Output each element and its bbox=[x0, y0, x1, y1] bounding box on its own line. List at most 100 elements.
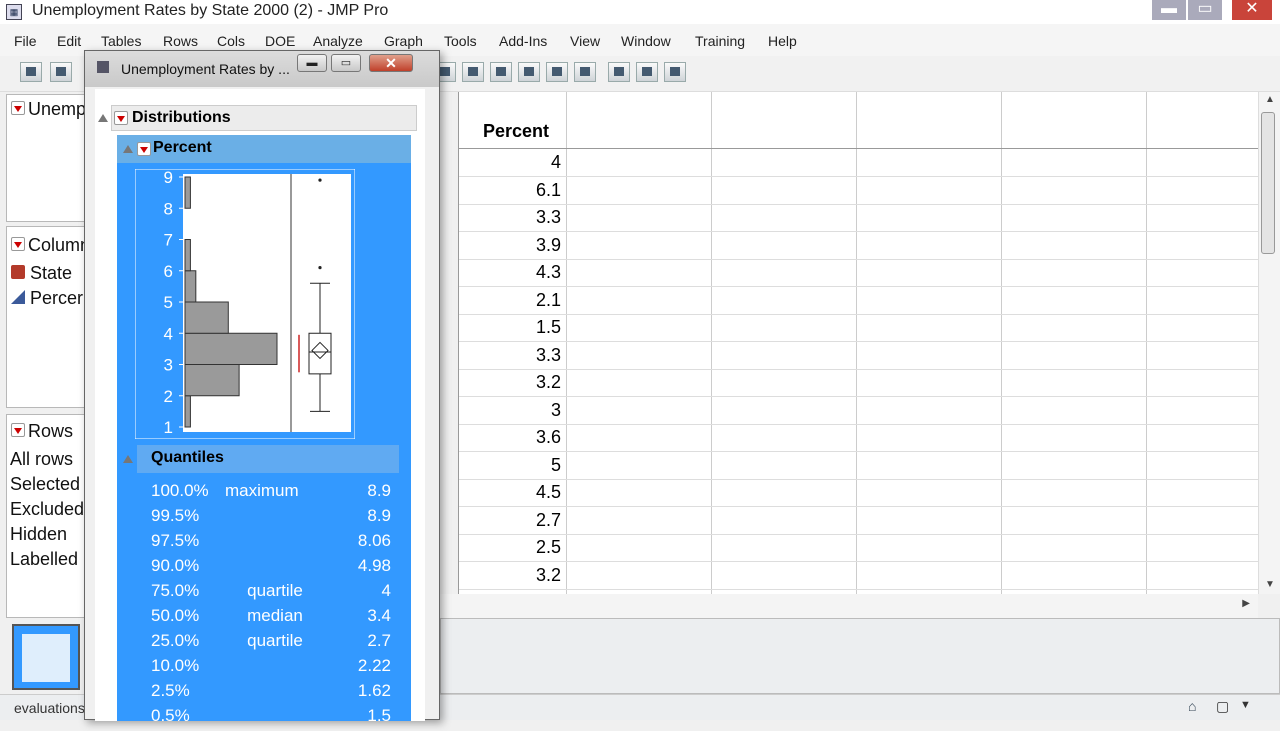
quantiles-outline-header[interactable]: Quantiles bbox=[123, 445, 399, 473]
chevron-down-icon[interactable]: ▼ bbox=[1240, 699, 1251, 711]
histogram-boxplot-chart[interactable]: 1 2 3 4 5 6 7 8 9 bbox=[135, 169, 355, 439]
report-close-button[interactable]: ✕ bbox=[369, 54, 413, 72]
menu-window[interactable]: Window bbox=[621, 33, 671, 49]
sort-icon[interactable] bbox=[518, 62, 540, 82]
row-state-all[interactable]: All rows bbox=[10, 449, 73, 470]
quantile-value: 8.9 bbox=[367, 481, 391, 500]
grid-cell[interactable]: 2.1 bbox=[459, 287, 561, 314]
continuous-icon bbox=[11, 290, 25, 305]
quantile-value: 1.62 bbox=[357, 681, 391, 700]
grid-cell[interactable]: 3.2 bbox=[459, 562, 561, 589]
menu-training[interactable]: Training bbox=[695, 33, 745, 49]
home-icon[interactable]: ⌂ bbox=[1188, 698, 1196, 714]
y-tick-label: 6 bbox=[164, 262, 173, 281]
grid-cell[interactable]: 5 bbox=[459, 452, 561, 479]
quantile-row: 100.0% maximum 8.9 bbox=[151, 481, 391, 506]
red-triangle-icon[interactable] bbox=[11, 423, 25, 438]
grid-cell[interactable]: 4.5 bbox=[459, 479, 561, 506]
menu-rows[interactable]: Rows bbox=[163, 33, 198, 49]
menu-analyze[interactable]: Analyze bbox=[313, 33, 363, 49]
scroll-up-icon[interactable]: ▲ bbox=[1265, 94, 1275, 105]
scroll-down-icon[interactable]: ▼ bbox=[1265, 579, 1275, 590]
quantile-row: 10.0% 2.22 bbox=[151, 656, 391, 681]
open-file-icon[interactable] bbox=[50, 62, 72, 82]
quantile-percent: 100.0% bbox=[151, 481, 209, 500]
table-view-icon[interactable] bbox=[608, 62, 630, 82]
rows-panel-header[interactable]: Rows bbox=[11, 421, 73, 442]
split-icon[interactable] bbox=[462, 62, 484, 82]
menu-edit[interactable]: Edit bbox=[57, 33, 81, 49]
menu-view[interactable]: View bbox=[570, 33, 600, 49]
grid-cell[interactable]: 2.7 bbox=[459, 507, 561, 534]
columns-panel: Column State Percer bbox=[6, 226, 90, 408]
grid-cell[interactable]: 3 bbox=[459, 397, 561, 424]
grid-cell[interactable]: 4 bbox=[459, 149, 561, 176]
row-state-hidden[interactable]: Hidden bbox=[10, 524, 67, 545]
y-tick-label: 3 bbox=[164, 356, 173, 375]
distributions-outline[interactable]: Distributions bbox=[98, 105, 417, 131]
percent-outline-header[interactable]: Percent bbox=[117, 135, 411, 163]
transpose-icon[interactable] bbox=[574, 62, 596, 82]
table-panel-header[interactable]: Unemp bbox=[11, 99, 86, 120]
maximize-button[interactable]: ▭ bbox=[1188, 0, 1222, 20]
grid-cell[interactable]: 3.6 bbox=[459, 424, 561, 451]
menu-graph[interactable]: Graph bbox=[384, 33, 423, 49]
close-button[interactable]: ✕ bbox=[1232, 0, 1272, 20]
histogram-bar bbox=[184, 301, 229, 334]
column-item-state[interactable]: State bbox=[11, 263, 72, 284]
quantile-value: 1.5 bbox=[367, 706, 391, 725]
quantile-value: 2.22 bbox=[357, 656, 391, 675]
report-maximize-button[interactable]: ▭ bbox=[331, 54, 361, 72]
data-grid[interactable]: Percent 4 6.1 3.3 3.9 4.3 2.1 1.5 3.3 3.2 3 3.6 5 4.… bbox=[458, 92, 1258, 594]
menu-cols[interactable]: Cols bbox=[217, 33, 245, 49]
grid-cell[interactable]: 4.3 bbox=[459, 259, 561, 286]
y-tick-label: 1 bbox=[164, 418, 173, 437]
grid-row-line bbox=[459, 203, 1258, 205]
horizontal-scrollbar[interactable]: ▶ bbox=[440, 594, 1258, 618]
box bbox=[308, 332, 332, 375]
rows-title: Rows bbox=[28, 421, 74, 441]
grid-cell[interactable]: 1.5 bbox=[459, 314, 561, 341]
red-triangle-icon[interactable] bbox=[137, 142, 151, 156]
menu-doe[interactable]: DOE bbox=[265, 33, 295, 49]
red-triangle-icon[interactable] bbox=[11, 237, 25, 252]
scroll-right-icon[interactable]: ▶ bbox=[1242, 598, 1250, 609]
columns-panel-header[interactable]: Column bbox=[11, 235, 90, 256]
grid-cell[interactable]: 3.2 bbox=[459, 369, 561, 396]
data-grid-icon[interactable] bbox=[636, 62, 658, 82]
menu-file[interactable]: File bbox=[14, 33, 37, 49]
grid-cell[interactable]: 3.9 bbox=[459, 232, 561, 259]
menu-tables[interactable]: Tables bbox=[101, 33, 141, 49]
report-thumbnail[interactable] bbox=[12, 624, 80, 690]
report-title-bar[interactable]: Unemployment Rates by ... ▬ ▭ ✕ bbox=[85, 51, 439, 87]
grid-cell[interactable]: 2.5 bbox=[459, 534, 561, 561]
disclosure-icon[interactable] bbox=[123, 455, 133, 463]
red-triangle-icon[interactable] bbox=[11, 101, 25, 116]
report-minimize-button[interactable]: ▬ bbox=[297, 54, 327, 72]
row-state-labelled[interactable]: Labelled bbox=[10, 549, 78, 570]
grid-cell[interactable]: 3.3 bbox=[459, 342, 561, 369]
quantile-value: 4 bbox=[381, 581, 391, 600]
menu-add-ins[interactable]: Add-Ins bbox=[499, 33, 547, 49]
minimize-button[interactable]: ▬ bbox=[1152, 0, 1186, 20]
column-header-percent[interactable]: Percent bbox=[459, 92, 567, 148]
column-item-percent[interactable]: Percer bbox=[11, 288, 83, 309]
grid-cell[interactable]: 6.1 bbox=[459, 177, 561, 204]
vertical-scroll-thumb[interactable] bbox=[1261, 112, 1275, 254]
percent-outline-selected[interactable]: Percent 1 2 3 4 5 6 7 8 9 Quantiles 100.0% maximu… bbox=[117, 135, 411, 725]
row-state-selected[interactable]: Selected bbox=[10, 474, 80, 495]
stack-icon[interactable] bbox=[490, 62, 512, 82]
window-list-icon[interactable]: ▢ bbox=[1216, 698, 1229, 715]
quantile-label: median bbox=[247, 606, 303, 625]
concatenate-icon[interactable] bbox=[546, 62, 568, 82]
menu-tools[interactable]: Tools bbox=[444, 33, 477, 49]
menu-help[interactable]: Help bbox=[768, 33, 797, 49]
grid-cell[interactable]: 3.3 bbox=[459, 204, 561, 231]
row-state-excluded[interactable]: Excluded bbox=[10, 499, 84, 520]
disclosure-icon[interactable] bbox=[98, 114, 108, 122]
red-triangle-icon[interactable] bbox=[114, 111, 128, 125]
tools-icon[interactable] bbox=[664, 62, 686, 82]
new-table-icon[interactable] bbox=[20, 62, 42, 82]
disclosure-icon[interactable] bbox=[123, 145, 133, 153]
quantile-value: 4.98 bbox=[357, 556, 391, 575]
